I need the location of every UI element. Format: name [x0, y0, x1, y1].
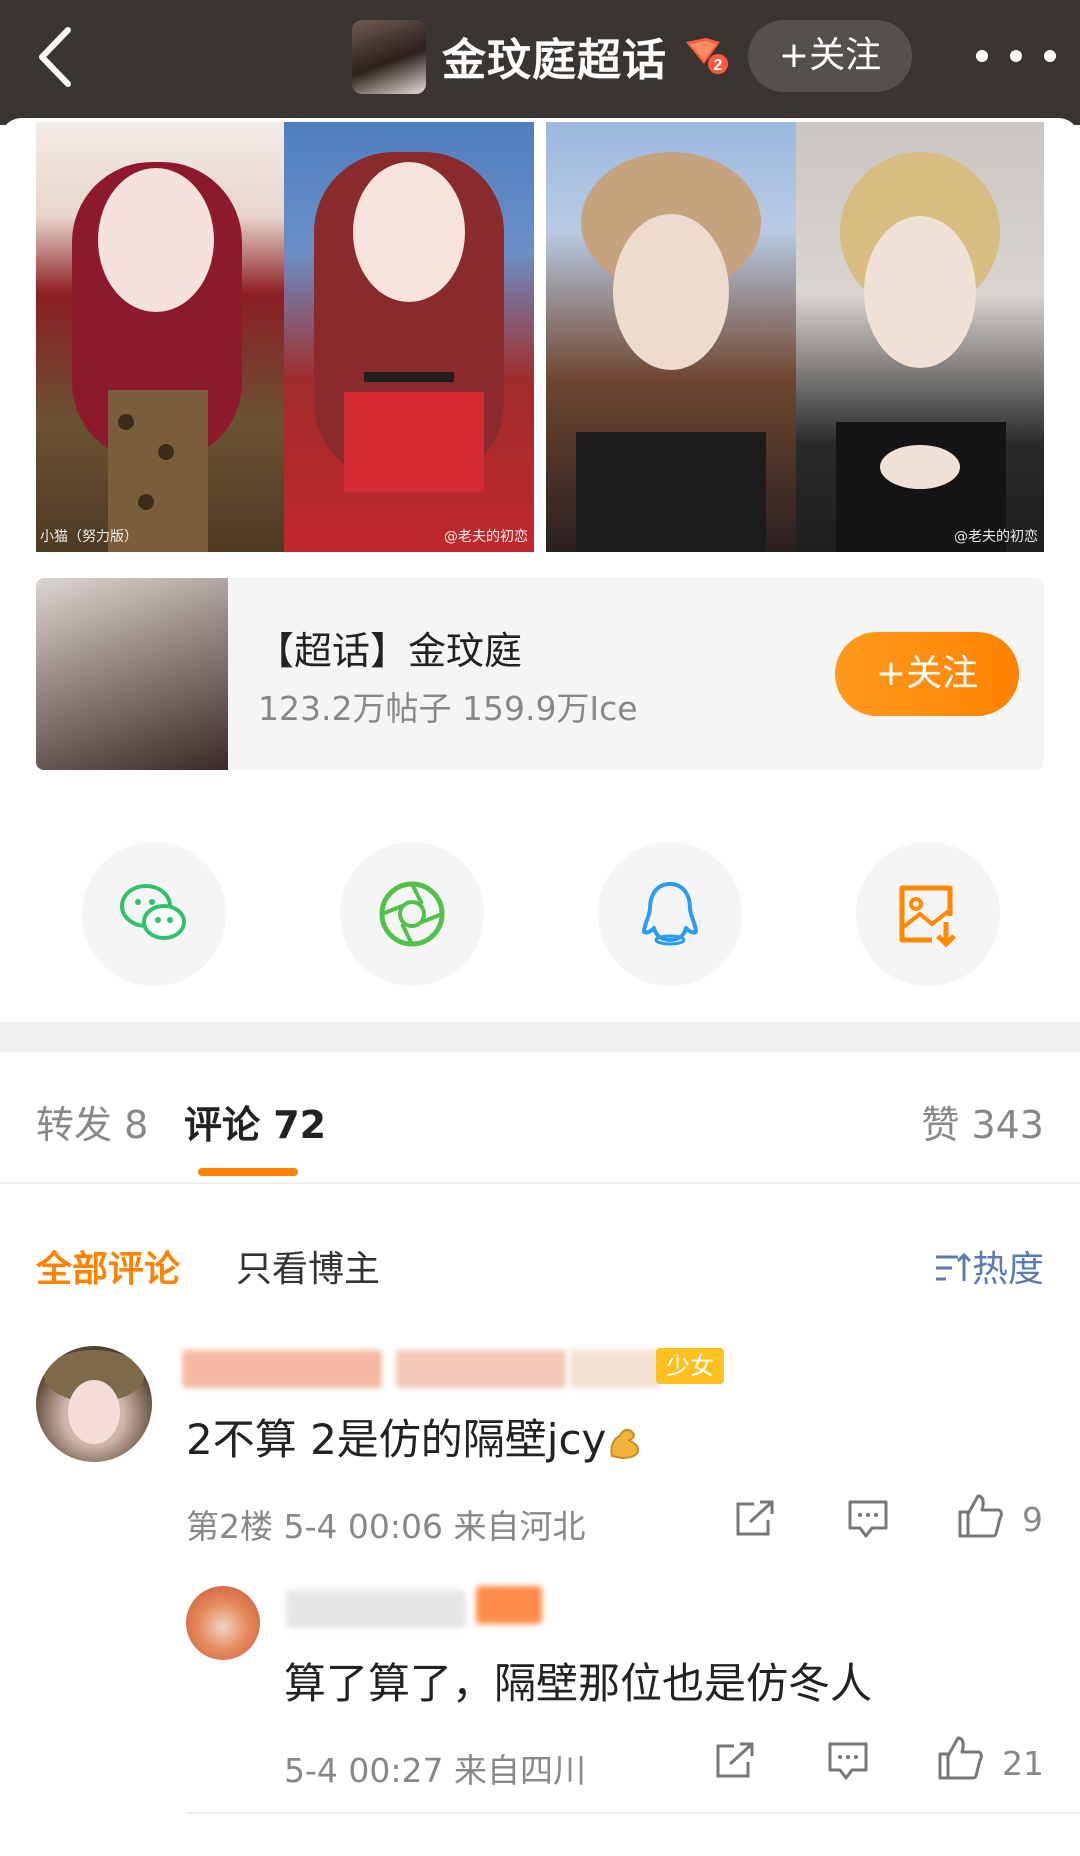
post-image-4[interactable]: @老夫的初恋 [796, 122, 1044, 552]
comment-time: 5-4 00:06 [283, 1507, 444, 1546]
filter-all-comments[interactable]: 全部评论 [36, 1240, 180, 1292]
comment-meta: 第2楼 5-4 00:06 来自河北 [186, 1500, 586, 1548]
more-options-icon[interactable] [966, 36, 1066, 76]
section-divider [0, 1022, 1080, 1052]
reply-like-count: 21 [1002, 1744, 1044, 1783]
filter-owner-only[interactable]: 只看博主 [236, 1240, 380, 1292]
commenter-name-redacted [182, 1350, 382, 1388]
fan-badge: 少女 [656, 1348, 724, 1384]
comment-text: 2不算 2是仿的隔壁jcy [186, 1406, 644, 1467]
supertopic-follow-button[interactable]: +关注 [835, 632, 1019, 716]
level-badge-icon: 2 [686, 38, 728, 74]
tab-comments[interactable]: 评论 72 [184, 1094, 326, 1149]
reply-location: 来自四川 [454, 1751, 586, 1790]
supertopic-cover [36, 578, 228, 770]
back-arrow-icon[interactable] [32, 22, 92, 92]
share-reply-icon[interactable] [714, 1742, 756, 1780]
supertopic-name: 【超话】金玟庭 [256, 629, 523, 673]
wechat-icon [120, 884, 186, 940]
reply-text: 算了算了，隔壁那位也是仿冬人 [284, 1659, 873, 1708]
comment-divider [186, 1812, 1080, 1814]
share-qq-button[interactable] [598, 842, 742, 986]
commenter-name-redacted [396, 1350, 566, 1388]
share-comment-icon[interactable] [734, 1500, 776, 1538]
commenter-name-redacted [570, 1350, 660, 1388]
replier-name-redacted [476, 1586, 542, 1624]
level-badge-number: 2 [714, 57, 723, 74]
sort-icon [935, 1252, 972, 1281]
post-image-2[interactable]: @老夫的初恋 [284, 122, 534, 552]
like-count: 9 [1022, 1500, 1043, 1539]
comment-text-content: 2不算 2是仿的隔壁jcy [186, 1415, 607, 1464]
image-credit: 小猫（努力版） [40, 529, 138, 545]
avatar-illustration [44, 1350, 144, 1444]
sort-button[interactable]: 热度 [934, 1240, 1044, 1292]
floor-number: 第2楼 [186, 1507, 273, 1546]
share-moments-button[interactable] [340, 842, 484, 986]
comment-location: 来自河北 [453, 1507, 586, 1546]
sort-label: 热度 [971, 1249, 1044, 1290]
image-credit: @老夫的初恋 [444, 529, 528, 545]
reply-time: 5-4 00:27 [284, 1751, 444, 1790]
flexed-biceps-icon [610, 1428, 640, 1459]
page-title[interactable]: 金玟庭超话 [442, 24, 667, 88]
portrait-illustration [314, 152, 504, 492]
reply-like-icon[interactable] [936, 1734, 986, 1782]
moments-icon [379, 881, 445, 947]
replier-name-redacted [286, 1590, 466, 1628]
active-tab-indicator [198, 1168, 298, 1176]
supertopic-avatar[interactable] [352, 20, 426, 94]
portrait-illustration [72, 162, 242, 552]
post-image-3[interactable] [546, 122, 796, 552]
qq-icon [642, 882, 698, 946]
header-follow-button[interactable]: +关注 [748, 20, 912, 92]
reply-avatar[interactable] [186, 1586, 260, 1660]
reply-comment-icon[interactable] [846, 1498, 890, 1540]
reply-meta: 5-4 00:27 来自四川 [284, 1744, 586, 1792]
reply-to-reply-icon[interactable] [826, 1740, 870, 1782]
top-bar: 金玟庭超话 2 +关注 [0, 0, 1080, 125]
supertopic-card[interactable]: 【超话】金玟庭 123.2万帖子 159.9万Ice +关注 [36, 578, 1044, 770]
portrait-illustration [576, 152, 766, 552]
post-image-1[interactable]: 小猫（努力版） [36, 122, 284, 552]
tab-forward[interactable]: 转发 8 [36, 1094, 148, 1149]
save-image-button[interactable] [856, 842, 1000, 986]
save-image-icon [899, 885, 956, 948]
share-wechat-button[interactable] [82, 842, 226, 986]
like-icon[interactable] [956, 1492, 1006, 1540]
portrait-illustration [836, 152, 1006, 552]
post-images: 小猫（努力版） @老夫的初恋 @老夫的初恋 [36, 122, 1044, 552]
tabs-divider [0, 1182, 1080, 1184]
avatar[interactable] [36, 1346, 152, 1462]
image-credit: @老夫的初恋 [954, 529, 1038, 545]
supertopic-stats: 123.2万帖子 159.9万Ice [258, 689, 638, 728]
tab-likes[interactable]: 赞 343 [921, 1094, 1044, 1149]
